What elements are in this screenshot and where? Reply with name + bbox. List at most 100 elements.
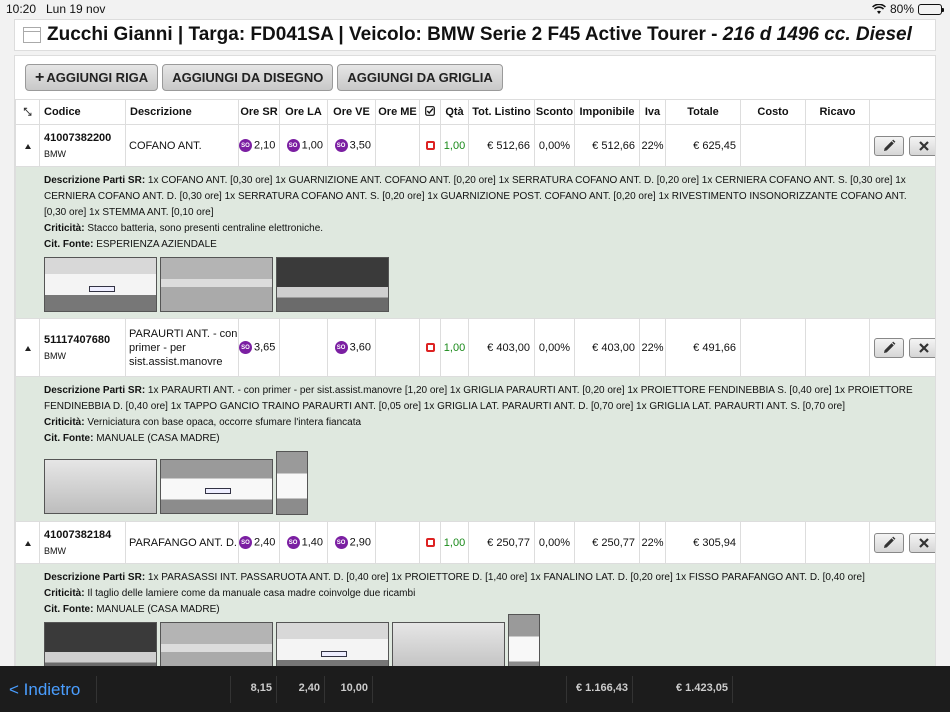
detail-source-value: MANUALE (CASA MADRE) (93, 433, 220, 444)
col-description: Descrizione (125, 99, 239, 125)
row-tot-listino: € 250,77 (468, 521, 535, 564)
estimate-table: ⤡ Codice Descrizione Ore SR Ore LA Ore V… (15, 99, 935, 674)
row-ore-la[interactable]: SO 1,00 (279, 124, 328, 167)
add-from-grid-button[interactable]: AGGIUNGI DA GRIGLIA (337, 64, 503, 91)
photo-thumbnail[interactable] (276, 257, 389, 312)
collapse-icon (24, 143, 31, 149)
row-ore-la[interactable]: SO 1,40 (279, 521, 328, 564)
checkbox-icon (425, 343, 435, 353)
row-ricavo (805, 521, 870, 564)
totals-row: 8,15 2,40 10,00 € 1.166,43 € 1.423,05 (0, 676, 950, 703)
row-checkbox[interactable] (419, 521, 441, 564)
edit-button[interactable] (874, 135, 904, 156)
wifi-icon (872, 3, 886, 14)
row-ore-sr[interactable]: SO 2,10 (238, 124, 280, 167)
total-totale: € 1.423,05 (676, 682, 728, 694)
col-ore-me: Ore ME (375, 99, 420, 125)
col-ore-ve: Ore VE (327, 99, 376, 125)
add-row-button[interactable]: + AGGIUNGI RIGA (25, 64, 159, 91)
edit-button[interactable] (874, 337, 904, 358)
table-row: 41007382200 BMW COFANO ANT. SO 2,10 SO 1,00… (15, 124, 935, 167)
delete-button[interactable] (909, 337, 935, 358)
so-badge-icon: SO (334, 139, 348, 152)
col-actions (869, 99, 935, 125)
row-tot-listino: € 512,66 (468, 124, 535, 167)
detail-criticality: Criticità: Stacco batteria, sono present… (44, 221, 931, 237)
row-actions (869, 124, 935, 167)
photo-thumbnail[interactable] (276, 451, 308, 515)
col-code: Codice (39, 99, 126, 125)
row-qty[interactable]: 1,00 (440, 318, 469, 377)
row-code: 41007382200 BMW (39, 124, 126, 167)
col-ricavo: Ricavo (805, 99, 870, 125)
row-collapse-toggle[interactable] (15, 124, 40, 167)
close-icon (919, 342, 929, 353)
row-ore-ve[interactable]: SO 3,60 (327, 318, 376, 377)
detail-source-value: MANUALE (CASA MADRE) (93, 604, 220, 615)
photo-thumbnail[interactable] (160, 257, 273, 312)
so-badge-icon: SO (239, 536, 252, 549)
edit-button[interactable] (874, 532, 904, 553)
row-sconto[interactable]: 0,00% (534, 521, 575, 564)
col-imponibile: Imponibile (574, 99, 640, 125)
license-plate (89, 285, 116, 292)
row-ore-la-value: 1,00 (301, 139, 323, 152)
row-code-value: 41007382184 (44, 529, 112, 541)
row-ricavo (805, 124, 870, 167)
close-icon (919, 140, 929, 151)
detail-criticality-value: Verniciatura con base opaca, occorre sfu… (84, 417, 362, 428)
delete-button[interactable] (909, 135, 935, 156)
row-brand: BMW (44, 149, 66, 159)
detail-parts-label: Descrizione Parti SR: (44, 175, 146, 186)
row-qty[interactable]: 1,00 (440, 124, 469, 167)
photo-thumbnail[interactable] (160, 459, 273, 514)
row-checkbox[interactable] (419, 124, 441, 167)
row-code-value: 51117407680 (44, 334, 111, 346)
row-code: 41007382184 BMW (39, 521, 126, 564)
detail-parts: Descrizione Parti SR: 1x COFANO ANT. [0,… (44, 173, 931, 221)
row-ore-me[interactable] (375, 521, 420, 564)
detail-source-value: ESPERIENZA AZIENDALE (93, 239, 217, 250)
detail-parts-label: Descrizione Parti SR: (44, 572, 146, 583)
row-totale: € 305,94 (665, 521, 741, 564)
photo-strip (16, 447, 935, 521)
row-ore-me[interactable] (375, 124, 420, 167)
photo-strip (16, 253, 935, 318)
collapse-icon (24, 540, 31, 546)
row-ore-la[interactable] (279, 318, 328, 377)
document-icon (23, 27, 41, 43)
row-ore-ve[interactable]: SO 2,90 (327, 521, 376, 564)
row-ore-la-value: 1,40 (301, 536, 323, 549)
plus-icon: + (35, 68, 45, 86)
row-qty[interactable]: 1,00 (440, 521, 469, 564)
row-checkbox[interactable] (419, 318, 441, 377)
col-check (419, 99, 441, 125)
so-badge-icon: SO (239, 341, 252, 354)
col-ore-la: Ore LA (279, 99, 328, 125)
page-title-engine: 216 d 1496 cc. Diesel (722, 24, 912, 45)
expand-all-header[interactable]: ⤡ (15, 99, 40, 125)
row-sconto[interactable]: 0,00% (534, 318, 575, 377)
add-from-drawing-button[interactable]: AGGIUNGI DA DISEGNO (162, 64, 334, 91)
row-ore-sr[interactable]: SO 3,65 (238, 318, 280, 377)
detail-source: Cit. Fonte: ESPERIENZA AZIENDALE (44, 237, 931, 253)
detail-source-label: Cit. Fonte: (44, 433, 94, 444)
page-title: Zucchi Gianni | Targa: FD041SA | Veicolo… (47, 24, 912, 46)
row-ricavo (805, 318, 870, 377)
row-ore-sr[interactable]: SO 2,40 (238, 521, 280, 564)
row-collapse-toggle[interactable] (15, 318, 40, 377)
row-collapse-toggle[interactable] (15, 521, 40, 564)
checkbox-icon (425, 538, 435, 548)
delete-button[interactable] (909, 532, 935, 553)
photo-thumbnail[interactable] (44, 459, 157, 514)
row-ore-me[interactable] (375, 318, 420, 377)
col-totale: Totale (665, 99, 741, 125)
detail-parts-value: 1x COFANO ANT. [0,30 ore] 1x GUARNIZIONE… (44, 175, 907, 218)
row-brand: BMW (44, 546, 66, 556)
row-imponibile: € 403,00 (574, 318, 640, 377)
photo-thumbnail[interactable] (44, 257, 157, 312)
row-ore-ve[interactable]: SO 3,50 (327, 124, 376, 167)
row-ore-ve-value: 3,60 (349, 341, 371, 354)
col-ore-sr: Ore SR (238, 99, 280, 125)
row-sconto[interactable]: 0,00% (534, 124, 575, 167)
